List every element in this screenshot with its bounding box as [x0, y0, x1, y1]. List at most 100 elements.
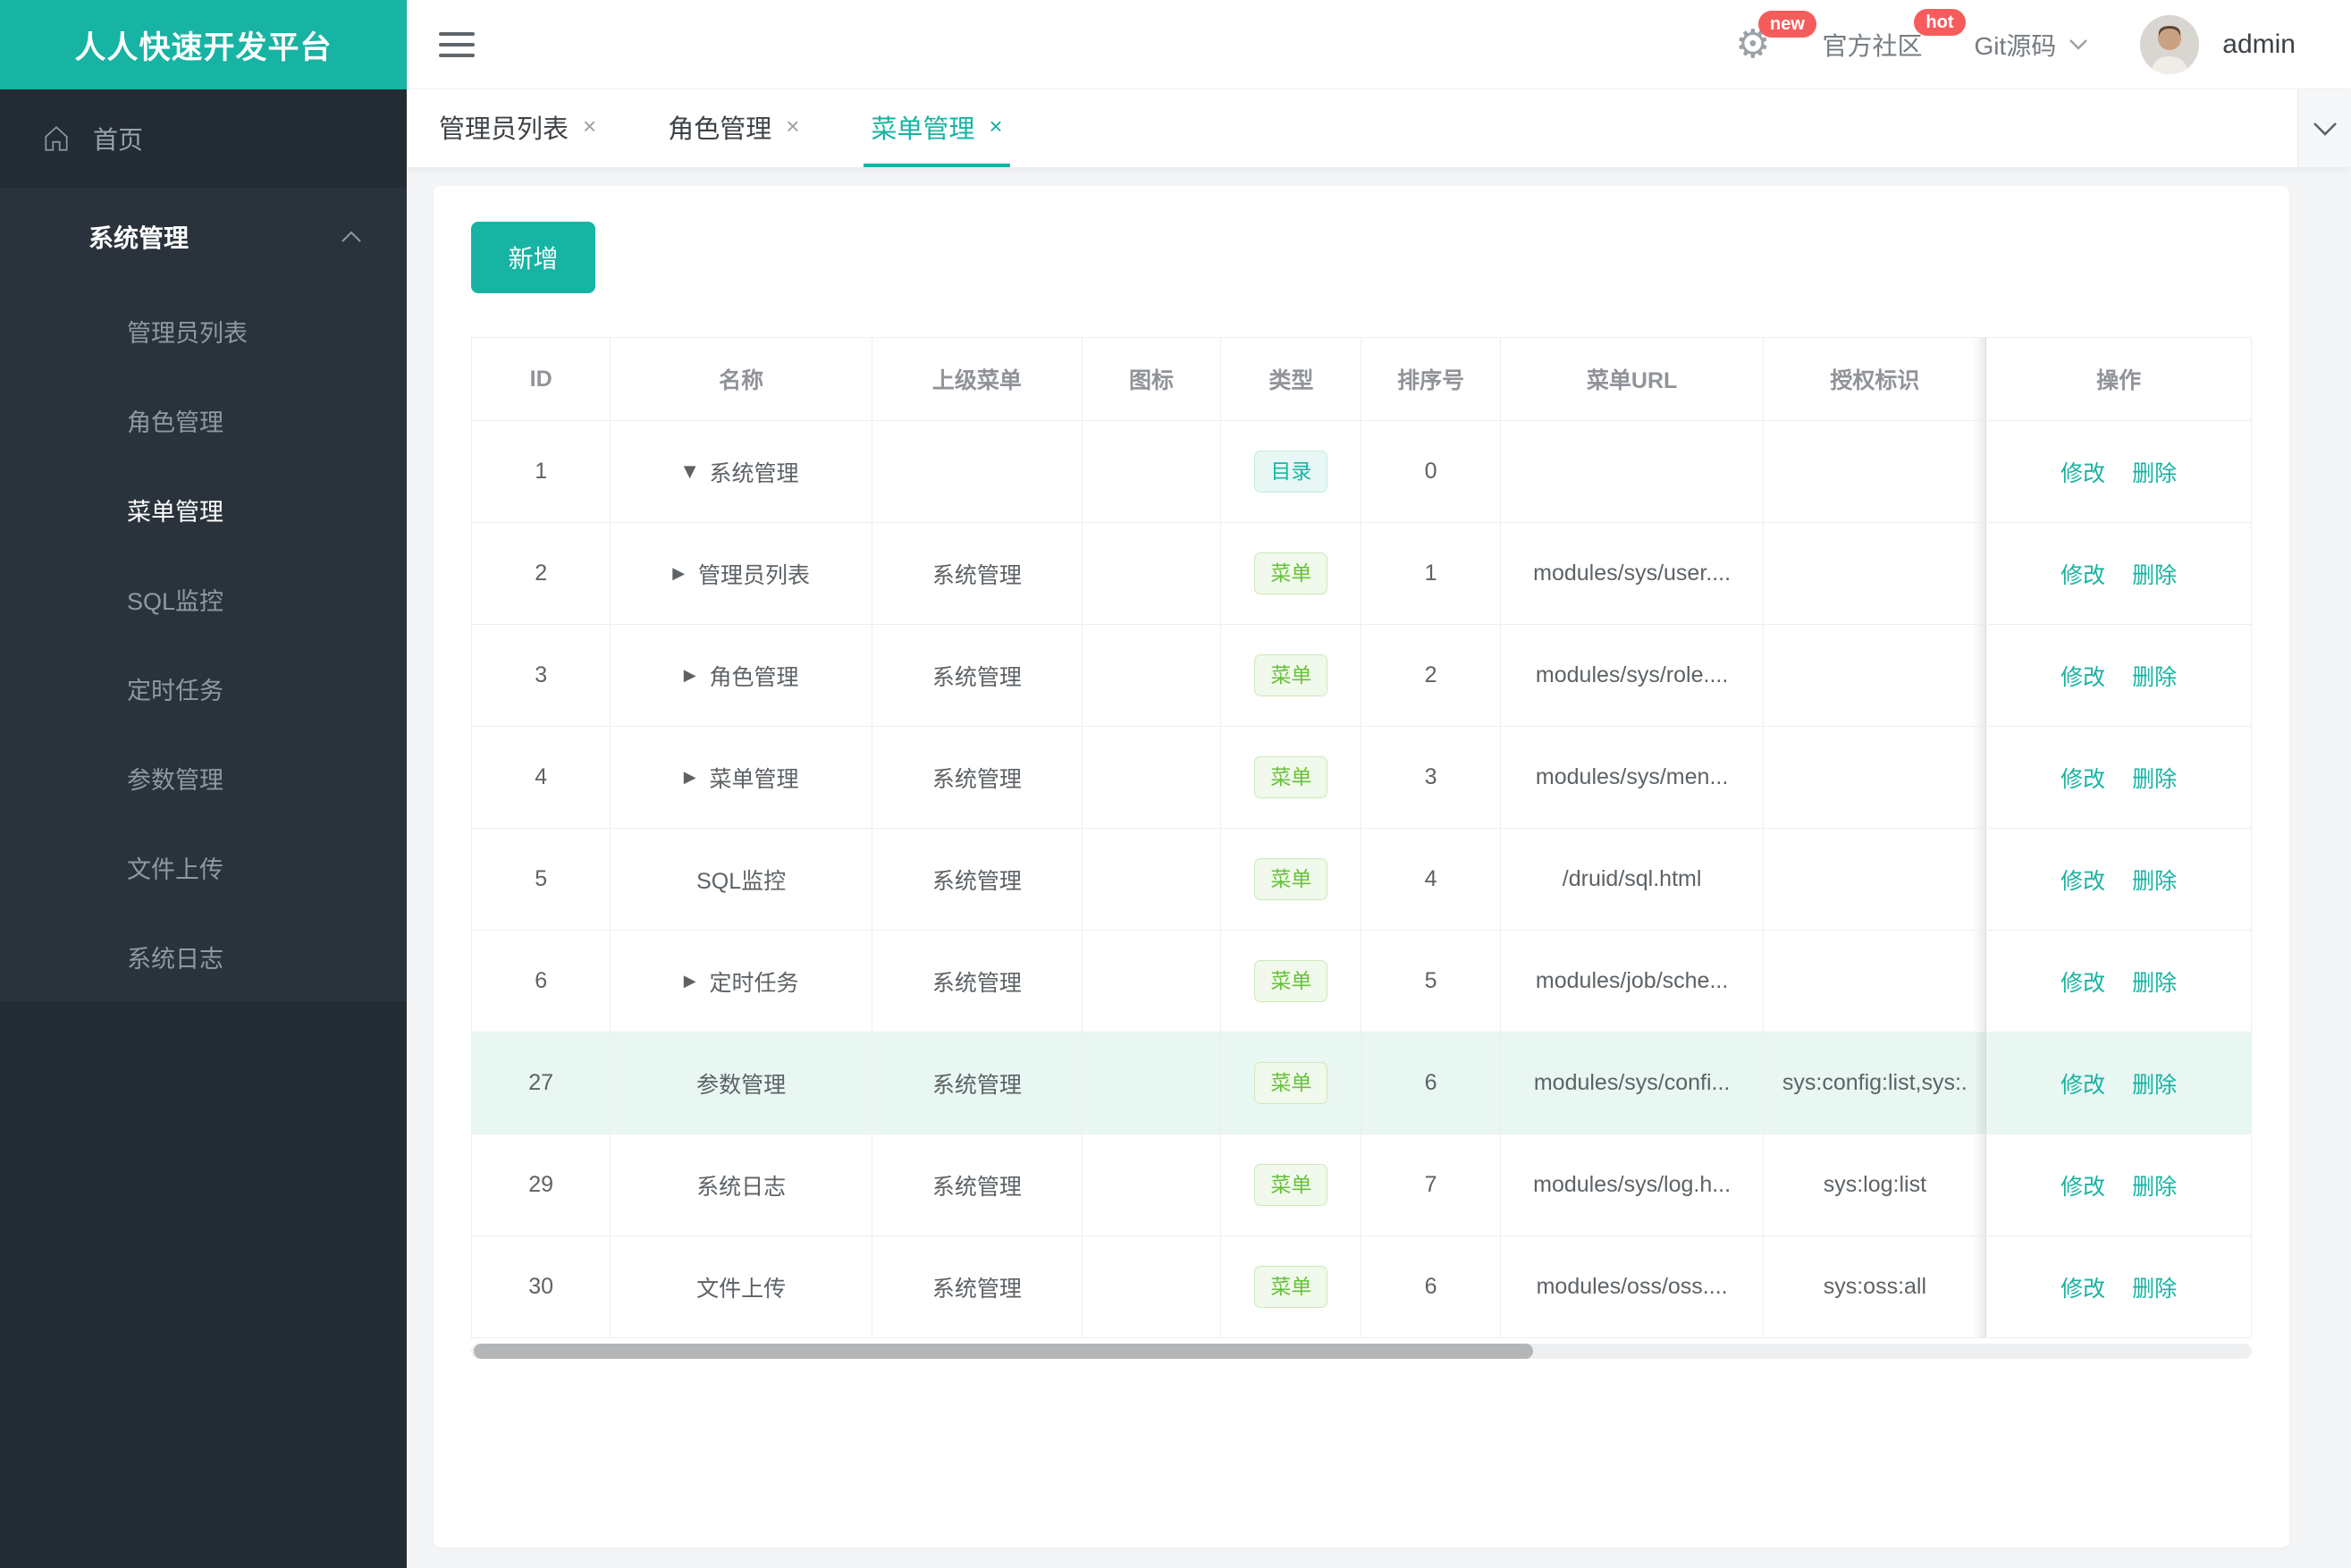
- edit-link[interactable]: 修改: [2060, 665, 2105, 690]
- edit-link[interactable]: 修改: [2060, 1175, 2105, 1200]
- cell-icon: [1081, 522, 1222, 625]
- horizontal-scrollbar-track[interactable]: [471, 1344, 2252, 1359]
- new-badge: new: [1758, 10, 1816, 38]
- table-row[interactable]: 4 ▶ 菜单管理 系统管理 菜单 3 modules/sys/men... 修改 删…: [470, 726, 2252, 829]
- cell-name: ▶ 定时任务: [610, 930, 872, 1033]
- cell-name: 系统日志: [610, 1134, 872, 1236]
- menu-name: SQL监控: [696, 868, 787, 894]
- col-url: 菜单URL: [1499, 337, 1765, 421]
- menu-name: 角色管理: [709, 664, 799, 690]
- cell-id: 2: [470, 522, 611, 625]
- col-name: 名称: [610, 337, 872, 421]
- delete-link[interactable]: 删除: [2132, 1175, 2177, 1200]
- cell-type: 菜单: [1220, 930, 1362, 1033]
- delete-link[interactable]: 删除: [2132, 461, 2177, 486]
- settings-button[interactable]: ⚙ new: [1735, 10, 1816, 64]
- menu-name: 管理员列表: [698, 562, 811, 588]
- tree-expand-icon[interactable]: ▶: [684, 666, 696, 685]
- tree-expand-icon[interactable]: ▶: [684, 768, 696, 787]
- table-row[interactable]: 1 ▼ 系统管理 目录 0 修改 删除: [470, 420, 2252, 523]
- edit-link[interactable]: 修改: [2060, 1277, 2105, 1302]
- tab-label: 管理员列表: [439, 114, 569, 144]
- table-row-selected[interactable]: 27 参数管理 系统管理 菜单 6 modules/sys/confi... s…: [470, 1032, 2252, 1134]
- sidebar-item-label: 管理员列表: [127, 319, 248, 347]
- brand-logo[interactable]: 人人快速开发平台: [0, 0, 407, 89]
- menu-name: 菜单管理: [709, 766, 799, 792]
- cell-type: 菜单: [1220, 1032, 1362, 1134]
- sidebar-item-label: 参数管理: [127, 766, 223, 794]
- sidebar-item-param-mgmt[interactable]: 参数管理: [0, 733, 407, 822]
- sidebar-item-label: 角色管理: [127, 409, 223, 436]
- delete-link[interactable]: 删除: [2132, 1073, 2177, 1098]
- horizontal-scrollbar-thumb[interactable]: [474, 1344, 1534, 1359]
- tree-collapse-icon[interactable]: ▼: [684, 462, 696, 481]
- cell-name: SQL监控: [610, 828, 872, 931]
- edit-link[interactable]: 修改: [2060, 461, 2105, 486]
- content: 新增 ID 名称 上级菜单 图标 类型 排序号 菜单URL 授权标识 操作 1 …: [407, 167, 2351, 1568]
- tree-expand-icon[interactable]: ▶: [672, 564, 685, 583]
- close-icon[interactable]: ×: [583, 113, 596, 140]
- edit-link[interactable]: 修改: [2060, 767, 2105, 792]
- edit-link[interactable]: 修改: [2060, 563, 2105, 588]
- chevron-down-icon: [2313, 122, 2337, 136]
- table-row[interactable]: 6 ▶ 定时任务 系统管理 菜单 5 modules/job/sche... 修改…: [470, 930, 2252, 1033]
- tab-role-mgmt[interactable]: 角色管理 ×: [661, 89, 806, 167]
- sidebar-item-scheduled-tasks[interactable]: 定时任务: [0, 644, 407, 733]
- col-parent: 上级菜单: [871, 337, 1083, 421]
- delete-link[interactable]: 删除: [2132, 971, 2177, 996]
- sidebar-item-label: SQL监控: [127, 587, 224, 615]
- git-source-link[interactable]: Git源码: [1975, 27, 2089, 63]
- cell-actions: 修改 删除: [1974, 420, 2252, 523]
- cell-name: ▶ 管理员列表: [610, 522, 872, 625]
- sidebar-item-label: 系统日志: [127, 945, 223, 973]
- cell-actions: 修改 删除: [1974, 624, 2252, 727]
- cell-name: ▶ 角色管理: [610, 624, 872, 727]
- cell-id: 3: [470, 624, 611, 727]
- sidebar-item-admin-list[interactable]: 管理员列表: [0, 286, 407, 375]
- delete-link[interactable]: 删除: [2132, 563, 2177, 588]
- tab-menu-mgmt[interactable]: 菜单管理 ×: [864, 89, 1010, 167]
- main-area: ⚙ new 官方社区 hot Git源码 admin 管理员列表 × 角色管理 …: [407, 0, 2351, 1568]
- sidebar-item-system-log[interactable]: 系统日志: [0, 912, 407, 1001]
- cell-parent: 系统管理: [871, 1032, 1083, 1134]
- table-row[interactable]: 29 系统日志 系统管理 菜单 7 modules/sys/log.h... s…: [470, 1134, 2252, 1236]
- cell-actions: 修改 删除: [1974, 1032, 2252, 1134]
- sidebar-item-menu-mgmt[interactable]: 菜单管理: [0, 465, 407, 554]
- cell-parent: 系统管理: [871, 1134, 1083, 1236]
- edit-link[interactable]: 修改: [2060, 1073, 2105, 1098]
- close-icon[interactable]: ×: [989, 113, 1002, 140]
- sidebar-item-file-upload[interactable]: 文件上传: [0, 822, 407, 912]
- sidebar-item-sql-monitor[interactable]: SQL监控: [0, 554, 407, 644]
- table-row[interactable]: 30 文件上传 系统管理 菜单 6 modules/oss/oss.... sy…: [470, 1235, 2252, 1338]
- avatar[interactable]: [2140, 14, 2200, 74]
- hamburger-menu-icon[interactable]: [439, 31, 475, 57]
- community-link[interactable]: 官方社区 hot: [1822, 8, 1966, 63]
- user-menu[interactable]: admin: [2140, 14, 2296, 74]
- table-row[interactable]: 2 ▶ 管理员列表 系统管理 菜单 1 modules/sys/user.... …: [470, 522, 2252, 625]
- tabs-dropdown-button[interactable]: [2297, 89, 2351, 167]
- tab-admin-list[interactable]: 管理员列表 ×: [432, 89, 603, 167]
- edit-link[interactable]: 修改: [2060, 971, 2105, 996]
- cell-perms: sys:log:list: [1763, 1134, 1987, 1236]
- cell-parent: 系统管理: [871, 624, 1083, 727]
- sidebar-item-home[interactable]: 首页: [0, 89, 407, 188]
- menu-name: 系统日志: [696, 1174, 787, 1200]
- close-icon[interactable]: ×: [786, 113, 799, 140]
- sidebar-home-label: 首页: [93, 126, 144, 154]
- menu-name: 系统管理: [709, 460, 799, 486]
- edit-link[interactable]: 修改: [2060, 869, 2105, 894]
- delete-link[interactable]: 删除: [2132, 767, 2177, 792]
- delete-link[interactable]: 删除: [2132, 665, 2177, 690]
- cell-name: 文件上传: [610, 1235, 872, 1338]
- tree-expand-icon[interactable]: ▶: [684, 972, 696, 991]
- cell-perms: [1763, 624, 1987, 727]
- sidebar-group-header[interactable]: 系统管理: [0, 188, 407, 286]
- cell-perms: [1763, 930, 1987, 1033]
- table-row[interactable]: 3 ▶ 角色管理 系统管理 菜单 2 modules/sys/role.... 修…: [470, 624, 2252, 727]
- delete-link[interactable]: 删除: [2132, 1277, 2177, 1302]
- avatar-image: [2140, 14, 2200, 74]
- add-button[interactable]: 新增: [471, 222, 595, 293]
- table-row[interactable]: 5 SQL监控 系统管理 菜单 4 /druid/sql.html 修改 删除: [470, 828, 2252, 931]
- delete-link[interactable]: 删除: [2132, 869, 2177, 894]
- sidebar-item-role-mgmt[interactable]: 角色管理: [0, 375, 407, 465]
